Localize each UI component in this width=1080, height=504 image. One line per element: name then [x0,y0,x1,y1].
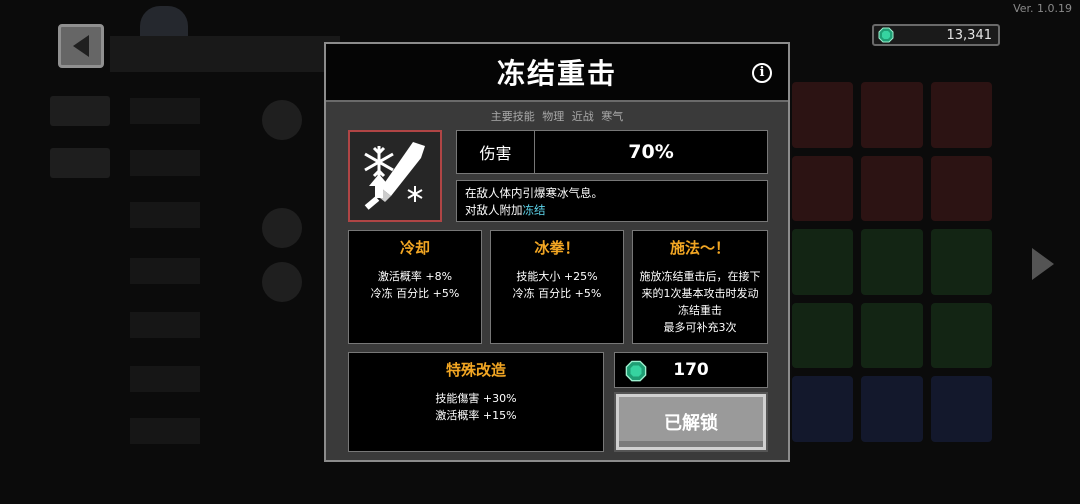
freeze-keyword: 冻结 [522,203,546,217]
modifier-title: 冰拳！ [534,239,580,257]
damage-stat: 伤害 70% [456,130,768,174]
background-side-item [50,148,110,178]
skill-icon-frame [348,130,442,222]
background-list-item [130,98,200,124]
background-list-item [130,312,200,338]
special-modification-card: 特殊改造 技能傷害 +30% 激活概率 +15% [348,352,604,452]
modifier-line: 冻结重击 [678,304,722,317]
background-list-item [130,258,200,284]
modifier-title: 冷却 [399,239,430,257]
modifier-line: 最多可补充3次 [663,321,737,334]
damage-label: 伤害 [457,131,535,173]
unlocked-button[interactable]: 已解锁 [616,394,766,450]
back-button[interactable] [58,24,104,68]
version-label: Ver. 1.0.19 [1013,2,1072,15]
gem-currency-counter: 13,341 [872,24,1000,46]
special-line: 技能傷害 +30% [435,392,517,405]
background-icon [262,100,302,140]
background-side-item [50,96,110,126]
back-arrow-icon [73,35,89,57]
background-title-bar [110,36,340,72]
background-item-grid [792,82,992,442]
modifier-title: 施法～！ [669,239,730,257]
modifier-line: 技能大小 +25% [516,270,598,283]
skill-detail-modal: 冻结重击 i 主要技能 物理 近战 寒气 伤害 70% 在敌人体内引爆寒冰气息。… [324,42,790,462]
emerald-gem-icon [878,27,894,43]
unlock-cost: 170 [614,352,768,388]
modifier-line: 来的1次基本攻击时发动 [641,287,759,300]
frost-strike-icon [364,142,425,210]
modifier-card-ice-fist[interactable]: 冰拳！ 技能大小 +25% 冷冻 百分比 +5% [490,230,624,344]
modifier-line: 激活概率 +8% [377,270,453,283]
modal-header: 冻结重击 i [326,44,788,102]
background-list-item [130,366,200,392]
modifier-card-cooldown[interactable]: 冷却 激活概率 +8% 冷冻 百分比 +5% [348,230,482,344]
cost-value: 170 [673,360,709,380]
background-list-item [130,202,200,228]
special-title: 特殊改造 [445,361,506,379]
background-list-item [130,418,200,444]
description-line: 在敌人体内引爆寒冰气息。 [465,186,603,200]
background-list-item [130,150,200,176]
damage-value: 70% [628,141,674,163]
next-page-arrow-icon [1032,248,1054,280]
skill-description: 在敌人体内引爆寒冰气息。 对敌人附加冻结 [456,180,768,222]
emerald-gem-icon [625,360,647,382]
modifier-line: 施放冻结重击后，在接下 [639,270,761,283]
skill-tags: 主要技能 物理 近战 寒气 [490,110,624,123]
modifier-line: 冷冻 百分比 +5% [370,287,460,300]
modifier-line: 冷冻 百分比 +5% [512,287,602,300]
info-icon[interactable]: i [752,63,772,83]
special-line: 激活概率 +15% [435,409,517,422]
description-line: 对敌人附加冻结 [465,203,546,217]
background-icon [262,262,302,302]
modifier-card-cast[interactable]: 施法～！ 施放冻结重击后，在接下 来的1次基本攻击时发动 冻结重击 最多可补充3… [632,230,768,344]
currency-amount: 13,341 [946,27,993,43]
skill-title: 冻结重击 [496,57,617,90]
background-icon [262,208,302,248]
